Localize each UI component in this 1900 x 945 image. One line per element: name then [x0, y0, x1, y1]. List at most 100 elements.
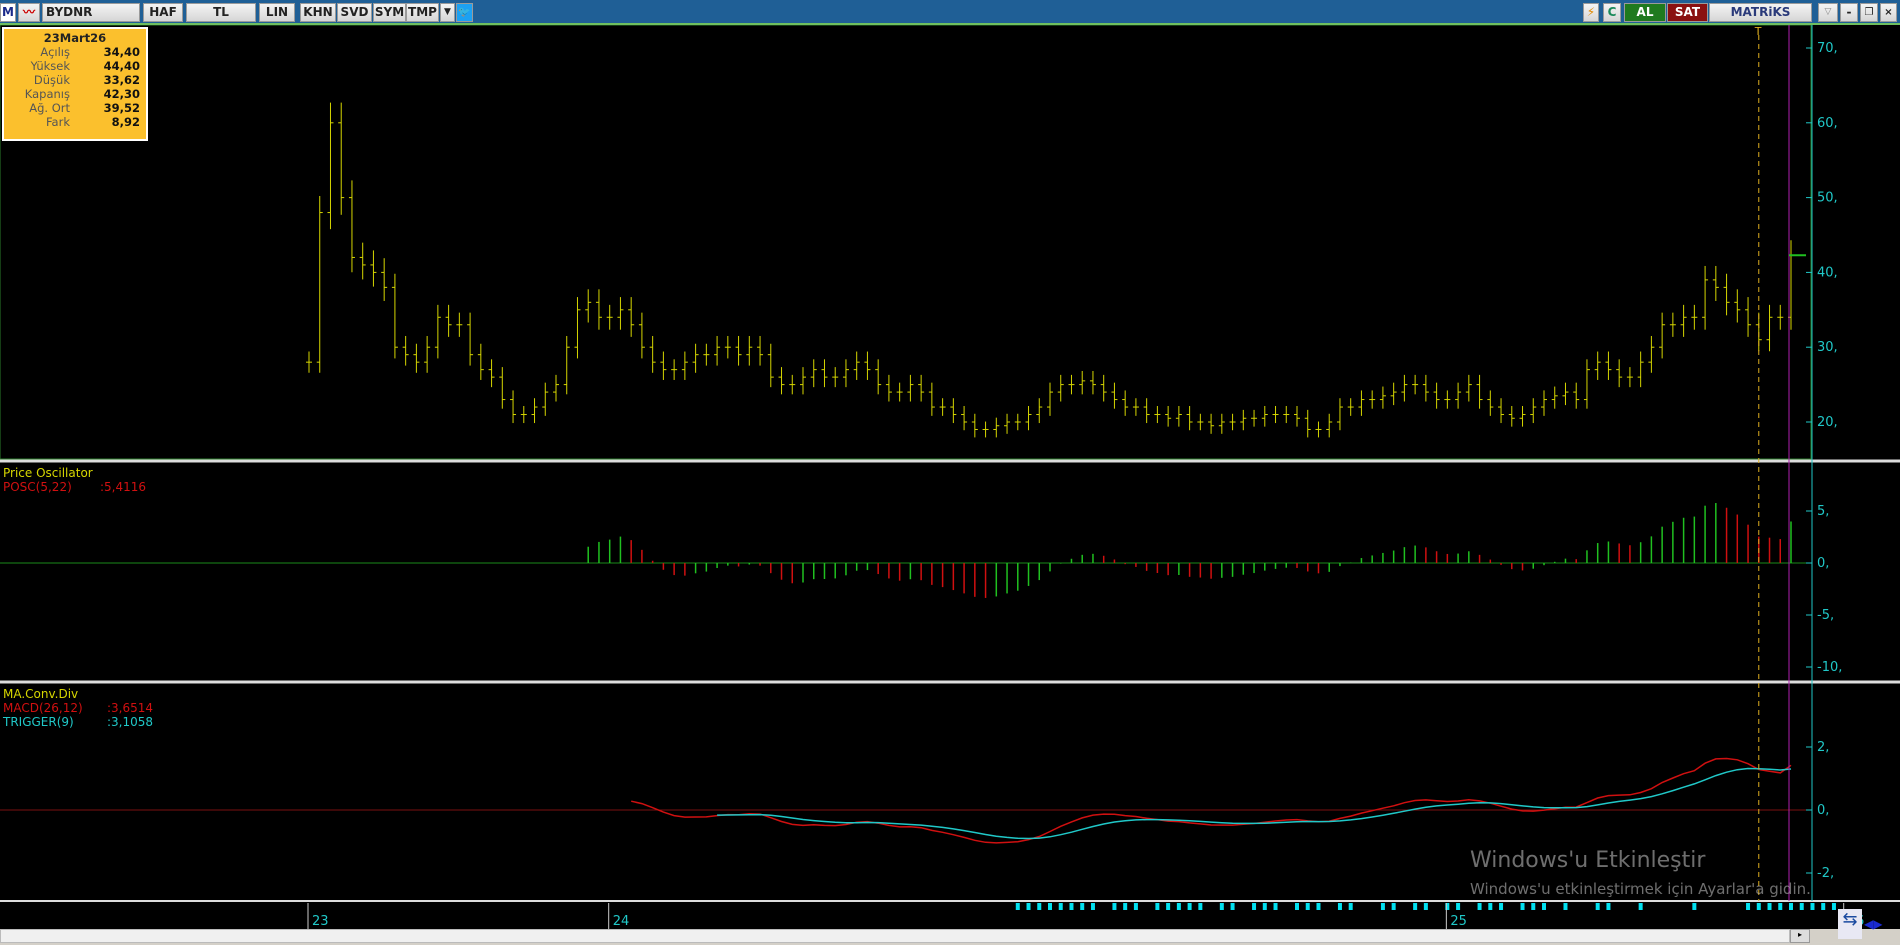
event-marker [1058, 903, 1063, 910]
info-value: 44,40 [103, 59, 140, 73]
event-marker [1520, 903, 1525, 910]
macd-tick-label: 2, [1817, 740, 1829, 755]
event-marker [1413, 903, 1418, 910]
event-marker [1015, 903, 1020, 910]
event-marker [1219, 903, 1224, 910]
price-tick-label: 50, [1817, 191, 1838, 206]
symbol-field[interactable]: BYDNR [42, 3, 140, 22]
minimize-icon[interactable]: - [1840, 3, 1858, 22]
event-marker [1337, 903, 1342, 910]
event-marker [1531, 903, 1536, 910]
osc-value: :5,4116 [100, 480, 147, 494]
event-marker [1380, 903, 1385, 910]
menu-dropdown-icon[interactable]: ▽ [1818, 3, 1838, 22]
osc-tick-label: -10, [1817, 660, 1842, 675]
event-marker [1090, 903, 1095, 910]
scroll-right-icon[interactable]: ▸ [1790, 929, 1810, 943]
info-date: 23Mart26 [43, 31, 107, 45]
event-marker [1477, 903, 1482, 910]
event-marker [1048, 903, 1052, 910]
close-icon[interactable]: × [1880, 3, 1897, 22]
event-marker [1778, 903, 1783, 910]
event-marker [1176, 903, 1181, 910]
khn-button[interactable]: KHN [300, 3, 336, 22]
period-button[interactable]: HAF [143, 3, 183, 22]
info-row: Fark 8,92 [10, 115, 140, 129]
chart-type-icon[interactable]: 〰 [18, 3, 40, 22]
x-axis-label: 25 [1450, 914, 1467, 929]
event-marker [1262, 903, 1267, 910]
event-marker [1112, 903, 1117, 910]
event-marker [1187, 903, 1192, 910]
sym-button[interactable]: SYM [373, 3, 406, 22]
info-row: Kapanış 42,30 [10, 87, 140, 101]
event-marker [1133, 903, 1138, 910]
macd-tick-label: 0, [1817, 803, 1829, 818]
event-marker [1595, 903, 1600, 910]
event-marker [1638, 903, 1643, 910]
buy-button[interactable]: AL [1624, 3, 1666, 22]
macd-tick-label: -2, [1817, 866, 1834, 881]
bottom-bar: ▸ ⇆ ◀▶ [0, 909, 1900, 945]
event-marker [1080, 903, 1085, 910]
tmp-button[interactable]: TMP [406, 3, 439, 22]
info-label: Düşük [33, 73, 70, 87]
price-tick-label: 70, [1817, 41, 1838, 56]
trigger-name: TRIGGER(9) [3, 715, 74, 729]
event-marker [1767, 903, 1772, 910]
currency-button[interactable]: TL [186, 3, 256, 22]
chart-svg[interactable]: 70, 60, 50, 40, 30, 20, 5, 0, -5, -10, 2, 0, -2, T 23 2… [0, 24, 1900, 930]
event-marker [1305, 903, 1310, 910]
event-marker [1037, 903, 1042, 910]
macd-name: MACD(26,12) [3, 701, 83, 715]
event-marker [1273, 903, 1278, 910]
brand-label: MATRiKS [1709, 3, 1812, 22]
toolbar: M 〰 BYDNR HAF TL LIN KHN SVD SYM TMP ▼ 🐦… [0, 0, 1900, 25]
svd-button[interactable]: SVD [337, 3, 372, 22]
osc-name: POSC(5,22) [3, 480, 72, 494]
price-tick-label: 30, [1817, 340, 1838, 355]
osc-tick-label: 5, [1817, 504, 1829, 519]
event-marker [1026, 903, 1031, 910]
cursor-label: T [1754, 25, 1762, 38]
trigger-value: :3,1058 [107, 715, 154, 729]
macd-title: MA.Conv.Div [3, 687, 79, 701]
event-marker [1563, 903, 1568, 910]
event-marker [1831, 903, 1836, 910]
event-marker [1348, 903, 1353, 910]
info-row: Ağ. Ort 39,52 [10, 101, 140, 115]
event-marker [1316, 903, 1321, 910]
info-row: Açılış 34,40 [10, 45, 140, 59]
event-marker [1746, 903, 1751, 910]
info-value: 8,92 [111, 115, 140, 129]
sync-icon[interactable]: ⇆ [1838, 909, 1862, 939]
scale-button[interactable]: LIN [259, 3, 295, 22]
event-marker [1252, 903, 1257, 910]
event-marker [1391, 903, 1396, 910]
chart-area[interactable]: 70, 60, 50, 40, 30, 20, 5, 0, -5, -10, 2, 0, -2, T 23 2… [0, 24, 1900, 930]
info-row: Düşük 33,62 [10, 73, 140, 87]
activation-watermark-title: Windows'u Etkinleştir [1470, 848, 1706, 873]
event-marker [1810, 903, 1815, 910]
refresh-icon[interactable]: C [1603, 3, 1621, 22]
event-marker [1799, 903, 1804, 910]
event-marker [1295, 903, 1299, 910]
horizontal-scrollbar[interactable] [0, 929, 1790, 943]
info-label: Ağ. Ort [29, 101, 70, 115]
price-tick-label: 20, [1817, 415, 1838, 430]
event-marker [1198, 903, 1203, 910]
event-marker [1166, 903, 1171, 910]
price-tick-label: 60, [1817, 116, 1838, 131]
pan-arrows-icon[interactable]: ◀▶ [1864, 917, 1896, 931]
ohlc-info-box: 23Mart26 Açılış 34,40 Yüksek 44,40 Düşük 33,6… [2, 27, 148, 141]
logo: M [0, 3, 16, 22]
price-panel [0, 24, 1812, 460]
event-marker [1488, 903, 1493, 910]
sell-button[interactable]: SAT [1667, 3, 1708, 22]
lightning-icon[interactable]: ⚡ [1583, 3, 1599, 22]
dropdown-icon[interactable]: ▼ [440, 3, 455, 22]
x-axis-label: 23 [312, 914, 329, 929]
twitter-icon[interactable]: 🐦 [456, 3, 473, 22]
restore-icon[interactable]: ❐ [1860, 3, 1878, 22]
event-marker [1542, 903, 1546, 910]
